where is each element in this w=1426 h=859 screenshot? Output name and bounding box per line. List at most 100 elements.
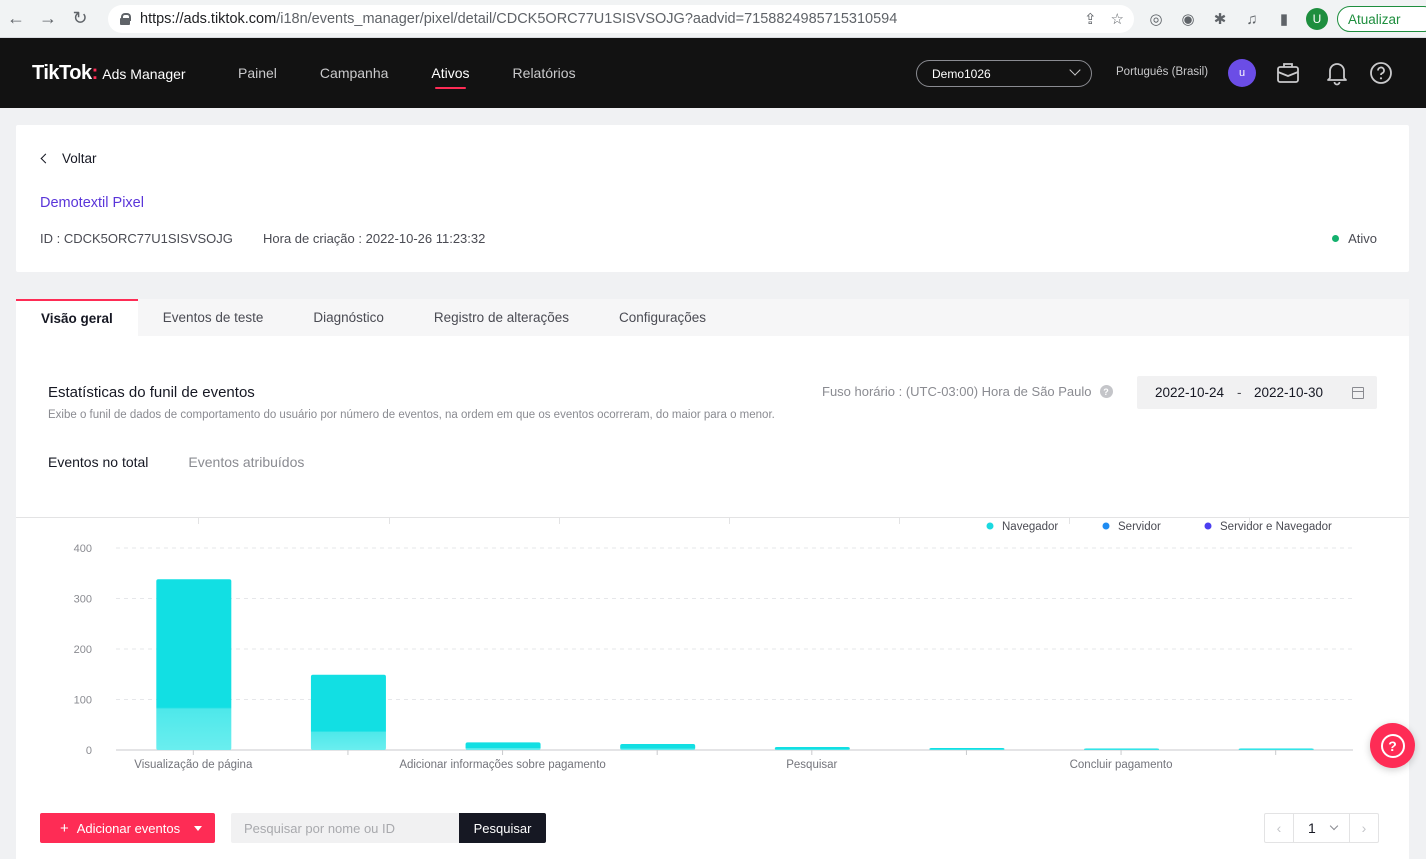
x-tick-label: Pesquisar — [786, 759, 837, 771]
x-tick-label: Visualização de página — [134, 759, 253, 771]
top-nav: Painel Campanha Ativos Relatórios — [238, 38, 619, 108]
tab-eventos-de-teste[interactable]: Eventos de teste — [138, 299, 289, 336]
question-icon: ? — [1380, 733, 1405, 758]
account-name: Demo1026 — [932, 66, 991, 81]
funnel-bar[interactable] — [310, 674, 386, 750]
nav-item-ativos[interactable]: Ativos — [431, 38, 470, 108]
address-bar[interactable]: https://ads.tiktok.com/i18n/events_manag… — [108, 5, 1134, 33]
tab-configuracoes[interactable]: Configurações — [594, 299, 731, 336]
add-events-button[interactable]: + Adicionar eventos — [40, 813, 215, 843]
status-label: Ativo — [1348, 231, 1377, 246]
account-select[interactable]: Demo1026 — [916, 60, 1092, 87]
sidepanel-icon[interactable]: ▮ — [1274, 9, 1294, 29]
y-tick-label: 400 — [74, 543, 92, 555]
funnel-bar[interactable] — [620, 743, 696, 750]
help-icon[interactable] — [1368, 60, 1394, 86]
logo-product: Ads Manager — [102, 66, 186, 82]
funnel-bar[interactable] — [465, 742, 541, 750]
y-tick-label: 0 — [86, 745, 92, 757]
subtab-eventos-atribuidos[interactable]: Eventos atribuídos — [188, 454, 304, 470]
logo-brand: TikTok — [32, 62, 92, 84]
pixel-name: Demotextil Pixel — [40, 195, 144, 211]
date-separator: - — [1237, 385, 1242, 400]
calendar-icon — [1352, 387, 1364, 399]
pagination: ‹ 1 › — [1264, 813, 1379, 843]
legend-dot — [986, 522, 994, 530]
date-end: 2022-10-30 — [1254, 385, 1324, 400]
status-dot-icon — [1332, 235, 1340, 242]
user-avatar[interactable]: u — [1228, 59, 1256, 87]
funnel-bar[interactable] — [774, 746, 850, 750]
url-host: https://ads.tiktok.com — [140, 11, 277, 27]
forward-arrow-icon[interactable]: → — [32, 0, 64, 38]
detail-tabs: Visão geral Eventos de teste Diagnóstico… — [16, 299, 1409, 336]
add-events-label: Adicionar eventos — [76, 820, 181, 836]
date-range-picker[interactable]: 2022-10-24 - 2022-10-30 — [1137, 376, 1377, 409]
nav-item-campanha[interactable]: Campanha — [320, 38, 389, 108]
lock-icon — [120, 13, 131, 25]
chevron-left-icon[interactable]: ‹ — [1265, 814, 1293, 842]
back-arrow-icon[interactable]: ← — [0, 0, 32, 38]
profile-avatar[interactable]: U — [1306, 8, 1328, 30]
x-tick-label: Adicionar informações sobre pagamento — [399, 759, 605, 771]
language-selector[interactable]: Português (Brasil) — [1116, 66, 1208, 78]
y-tick-label: 200 — [74, 644, 92, 656]
page-select[interactable]: 1 — [1293, 814, 1350, 842]
back-link[interactable]: Voltar — [40, 151, 97, 166]
chevron-left-icon — [40, 153, 51, 164]
reload-icon[interactable]: ↻ — [64, 0, 96, 38]
pixel-info-card: Voltar Demotextil Pixel ID : CDCK5ORC77U… — [16, 125, 1409, 272]
pixel-id: ID : CDCK5ORC77U1SISVSOJG — [40, 231, 233, 246]
chevron-down-icon — [1069, 64, 1081, 76]
legend-dot — [1102, 522, 1110, 530]
funnel-bar[interactable] — [1084, 748, 1160, 750]
chevron-right-icon[interactable]: › — [1350, 814, 1378, 842]
caret-down-icon — [194, 826, 202, 831]
back-label: Voltar — [62, 151, 97, 166]
star-icon[interactable]: ☆ — [1111, 10, 1124, 28]
briefcase-icon[interactable] — [1275, 60, 1301, 86]
funnel-bar[interactable] — [156, 579, 232, 750]
funnel-bar[interactable] — [929, 747, 1005, 750]
logo-dot: : — [91, 62, 99, 84]
chevron-down-icon — [1329, 821, 1339, 831]
status-badge: Ativo — [1332, 231, 1377, 246]
nav-item-painel[interactable]: Painel — [238, 38, 277, 108]
update-button[interactable]: Atualizar — [1337, 6, 1426, 32]
x-tick-label: Concluir pagamento — [1070, 759, 1173, 771]
app-header: TikTok: Ads Manager Painel Campanha Ativ… — [0, 38, 1426, 108]
date-start: 2022-10-24 — [1155, 385, 1225, 400]
tiktok-logo[interactable]: TikTok: Ads Manager — [32, 62, 186, 85]
bell-icon[interactable] — [1324, 60, 1350, 86]
event-search-input[interactable] — [231, 813, 459, 843]
pixel-created-time: Hora de criação : 2022-10-26 11:23:32 — [263, 231, 486, 246]
events-table-header — [16, 517, 1409, 524]
tab-diagnostico[interactable]: Diagnóstico — [288, 299, 409, 336]
funnel-title: Estatísticas do funil de eventos — [48, 384, 255, 401]
help-floating-button[interactable]: ? — [1370, 723, 1415, 768]
overview-panel: Estatísticas do funil de eventos Exibe o… — [16, 336, 1409, 859]
search-button[interactable]: Pesquisar — [459, 813, 546, 843]
funnel-chart: 0 100 200 300 400 Visualização de página Adici… — [74, 521, 1353, 771]
funnel-bar[interactable] — [1238, 748, 1314, 751]
page-number: 1 — [1308, 820, 1316, 836]
funnel-description: Exibe o funil de dados de comportamento … — [48, 409, 775, 421]
y-tick-label: 100 — [74, 695, 92, 707]
nav-item-relatorios[interactable]: Relatórios — [513, 38, 576, 108]
subtab-eventos-total[interactable]: Eventos no total — [48, 454, 148, 470]
color-picker-icon[interactable]: ◉ — [1178, 9, 1198, 29]
tab-registro-alteracoes[interactable]: Registro de alterações — [409, 299, 594, 336]
legend-dot — [1204, 522, 1212, 530]
timezone-label: Fuso horário : (UTC-03:00) Hora de São P… — [822, 384, 1092, 399]
url-path: /i18n/events_manager/pixel/detail/CDCK5O… — [276, 11, 898, 27]
share-icon[interactable]: ⇪ — [1084, 10, 1097, 28]
extension-icon[interactable]: ◎ — [1146, 9, 1166, 29]
y-tick-label: 300 — [74, 594, 92, 606]
browser-toolbar: ← → ↻ https://ads.tiktok.com/i18n/events… — [0, 0, 1426, 38]
question-icon[interactable]: ? — [1099, 385, 1113, 398]
puzzle-icon[interactable]: ✱ — [1210, 9, 1230, 29]
plus-icon: + — [60, 819, 69, 837]
tab-visao-geral[interactable]: Visão geral — [16, 299, 138, 336]
funnel-subtabs: Eventos no total Eventos atribuídos — [48, 454, 344, 470]
media-icon[interactable]: ♫ — [1242, 9, 1262, 29]
